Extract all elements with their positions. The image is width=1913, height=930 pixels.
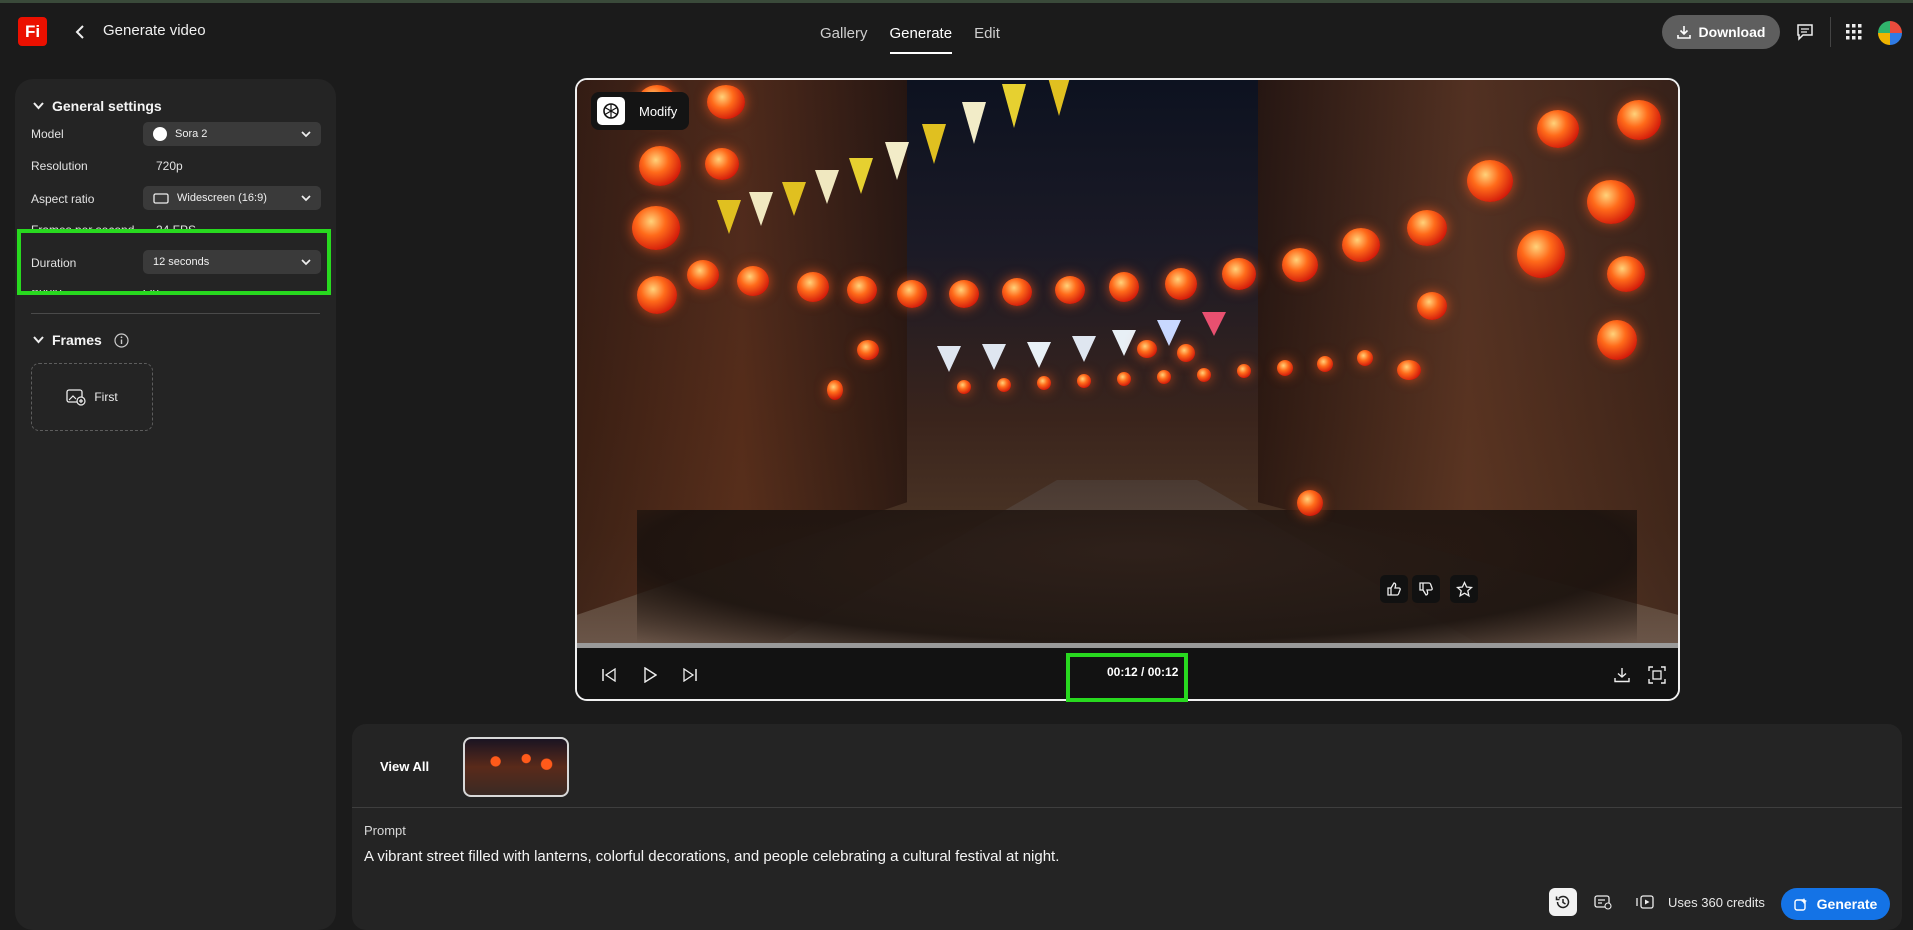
- prompt-label: Prompt: [364, 823, 406, 838]
- section-divider: [31, 313, 320, 314]
- play-icon[interactable]: [638, 663, 662, 687]
- duration-highlight-box: [17, 229, 331, 295]
- thumbs-down-icon[interactable]: [1412, 575, 1440, 603]
- resolution-label: Resolution: [31, 159, 88, 173]
- page-title: Generate video: [103, 22, 206, 39]
- aspect-ratio-select[interactable]: Widescreen (16:9): [143, 186, 321, 210]
- fullscreen-icon[interactable]: [1645, 663, 1669, 687]
- tab-edit[interactable]: Edit: [974, 25, 1000, 54]
- prompt-panel: View All Prompt A vibrant street filled …: [352, 724, 1902, 930]
- history-icon[interactable]: [1549, 888, 1577, 916]
- credits-text: Uses 360 credits: [1668, 895, 1765, 910]
- add-image-icon: [66, 388, 86, 406]
- back-button[interactable]: [70, 21, 90, 43]
- info-icon[interactable]: [114, 332, 129, 348]
- video-player[interactable]: Modify 00:12 / 00:12: [575, 78, 1680, 701]
- app-logo[interactable]: Fi: [18, 17, 47, 46]
- first-frame-slot[interactable]: First: [31, 363, 153, 431]
- widescreen-icon: [153, 192, 169, 204]
- modify-button[interactable]: Modify: [591, 92, 689, 130]
- settings-panel: General settings Model Sora 2 Resolution…: [15, 79, 336, 930]
- avatar[interactable]: [1878, 21, 1902, 45]
- skip-forward-icon[interactable]: [678, 663, 702, 687]
- download-label: Download: [1698, 24, 1766, 40]
- tab-gallery[interactable]: Gallery: [820, 25, 868, 54]
- view-all-button[interactable]: View All: [380, 759, 429, 774]
- aspect-ratio-label: Aspect ratio: [31, 192, 95, 206]
- main-nav: Gallery Generate Edit: [820, 25, 1000, 54]
- aspect-ratio-value: Widescreen (16:9): [177, 192, 267, 204]
- openai-icon: [597, 97, 625, 125]
- general-settings-header[interactable]: General settings: [33, 98, 162, 114]
- modify-label: Modify: [639, 103, 678, 119]
- video-frame-image: Modify: [577, 80, 1678, 643]
- panel-divider: [352, 807, 1902, 808]
- rating-group: [1380, 575, 1478, 603]
- frames-header[interactable]: Frames: [33, 332, 129, 348]
- star-icon[interactable]: [1450, 575, 1478, 603]
- chevron-down-icon: [33, 336, 44, 344]
- header-divider: [1830, 17, 1831, 47]
- download-icon[interactable]: [1610, 663, 1634, 687]
- model-select[interactable]: Sora 2: [143, 122, 321, 146]
- skip-back-icon[interactable]: [597, 663, 621, 687]
- chevron-down-icon: [301, 194, 311, 201]
- apps-grid-icon[interactable]: [1841, 19, 1867, 45]
- credits-icon: [1631, 888, 1659, 916]
- video-settings-icon[interactable]: [1589, 888, 1617, 916]
- generate-icon: [1793, 897, 1807, 911]
- prompt-input[interactable]: A vibrant street filled with lanterns, c…: [364, 848, 1059, 865]
- generate-label: Generate: [1816, 896, 1878, 912]
- tab-generate[interactable]: Generate: [889, 25, 953, 54]
- time-highlight-box: [1066, 653, 1188, 702]
- model-value: Sora 2: [175, 128, 208, 140]
- download-button[interactable]: Download: [1662, 15, 1780, 49]
- chevron-left-icon: [75, 25, 84, 39]
- frames-title: Frames: [52, 332, 102, 348]
- first-frame-label: First: [94, 390, 118, 404]
- resolution-value: 720p: [156, 159, 183, 173]
- chevron-down-icon: [33, 102, 44, 110]
- generate-button[interactable]: Generate: [1781, 888, 1890, 920]
- model-label: Model: [31, 127, 64, 141]
- thumbs-up-icon[interactable]: [1380, 575, 1408, 603]
- section-title: General settings: [52, 98, 162, 114]
- openai-icon: [153, 127, 167, 141]
- video-thumbnail[interactable]: [463, 737, 569, 797]
- download-icon: [1676, 26, 1691, 39]
- chevron-down-icon: [301, 130, 311, 137]
- chat-icon[interactable]: [1792, 19, 1818, 45]
- app-header: Fi Generate video Gallery Generate Edit …: [0, 3, 1913, 59]
